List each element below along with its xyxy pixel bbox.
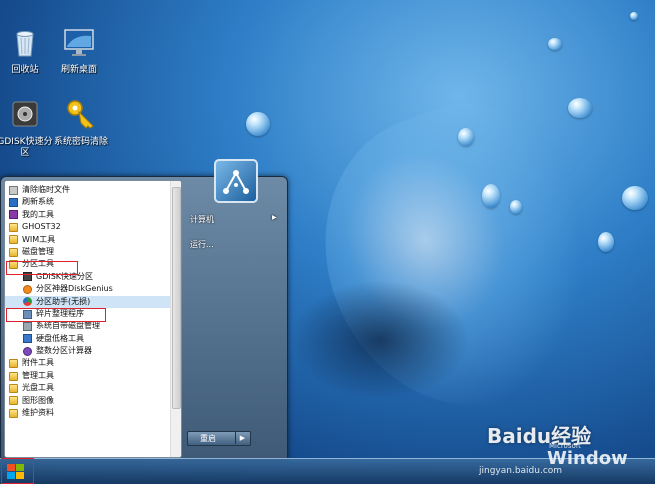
watermark: Baidu经验 Microsoft Window jingyan.baidu.c… [479,420,649,480]
menu-item-label: 管理工具 [22,370,54,380]
folder-icon [9,247,18,257]
watermark-url: jingyan.baidu.com [479,466,563,476]
programs-list: 清除临时文件 刷新系统 我的工具 GHOST32 WIM工具 磁盘管理 分区工具… [4,180,182,458]
desktop: 回收站 刷新桌面 GDISK快速分区 系统密码清除 清除临时文件 刷新系统 我的… [0,0,655,484]
menu-item-graphics[interactable]: 图形图像 [5,395,181,407]
user-picture[interactable] [214,159,258,203]
water-drop [598,232,614,252]
lowformat-icon [23,334,32,344]
water-drop [568,98,592,118]
monitor-icon [64,29,94,56]
menu-item-label: 分区助手(无损) [36,296,91,306]
desktop-icon-gdisk[interactable]: GDISK快速分区 [0,98,56,159]
cleanup-icon [9,185,18,195]
menu-item-label: 我的工具 [22,209,54,219]
water-drop [482,184,500,208]
recycle-bin-icon [16,31,34,57]
folder-icon [9,235,18,245]
menu-item-ghost32[interactable]: GHOST32 [5,221,181,233]
menu-item-diskgenius[interactable]: 分区神器DiskGenius [5,283,181,295]
highlight-partition-assistant [6,308,106,322]
programs-scrollbar[interactable] [170,181,181,457]
key-icon [67,100,94,129]
calculator-icon [23,346,32,356]
menu-item-label: GHOST32 [22,222,61,232]
chevron-right-icon: ▶ [239,434,246,442]
menu-item-lowformat[interactable]: 硬盘低格工具 [5,333,181,345]
gdisk-icon [12,101,38,127]
water-drop [458,128,474,146]
water-splash-shadow [290,280,470,400]
menu-item-label: 系统自带磁盘管理 [36,321,100,331]
menu-item-label: 运行... [190,240,214,249]
folder-icon [9,371,18,381]
refresh-icon [9,198,18,208]
menu-item-partition-assistant[interactable]: 分区助手(无损) [5,295,181,308]
desktop-icon-label: 刷新桌面 [60,65,97,75]
desktop-icon-label: GDISK快速分区 [0,137,53,158]
menu-item-label: 刷新系统 [22,197,54,207]
menu-item-label: 图形图像 [22,395,54,405]
folder-icon [9,359,18,369]
menu-item-my-tools[interactable]: 我的工具 [5,209,181,221]
scrollbar-thumb[interactable] [172,187,181,409]
menu-item-label: 磁盘管理 [22,246,54,256]
menu-item-clear-temp[interactable]: 清除临时文件 [5,184,181,196]
desktop-icon-label: 系统密码清除 [53,137,108,147]
menu-item-label: 光盘工具 [22,383,54,393]
desktop-icon-refresh-desktop[interactable]: 刷新桌面 [48,26,110,76]
start-menu: 清除临时文件 刷新系统 我的工具 GHOST32 WIM工具 磁盘管理 分区工具… [0,159,288,460]
menu-item-wim-tools[interactable]: WIM工具 [5,234,181,246]
menu-item-label: 整数分区计算器 [36,346,92,356]
water-drop [510,200,522,214]
restart-button-label: 重启 [200,434,216,443]
menu-item-partition-calculator[interactable]: 整数分区计算器 [5,345,181,357]
menu-item-label: 分区神器DiskGenius [36,284,113,294]
menu-item-refresh-system[interactable]: 刷新系统 [5,196,181,208]
menu-item-disc-tools[interactable]: 光盘工具 [5,382,181,394]
water-drop [630,12,638,20]
disk-management-icon [23,321,32,331]
water-drop [246,112,270,136]
menu-item-label: 硬盘低格工具 [36,333,84,343]
menu-item-label: 维护资料 [22,408,54,418]
menu-item-label: 清除临时文件 [22,185,70,194]
menu-item-maintenance-docs[interactable]: 维护资料 [5,407,181,419]
menu-item-disk-management[interactable]: 磁盘管理 [5,246,181,258]
folder-icon [9,408,18,418]
folder-icon [9,222,18,232]
start-button[interactable] [0,458,34,484]
tools-icon [9,210,18,220]
highlight-partition-tools [6,261,78,275]
diskgenius-icon [23,284,32,294]
menu-item-accessories[interactable]: 附件工具 [5,357,181,369]
desktop-icon-password-reset[interactable]: 系统密码清除 [50,98,112,148]
menu-item-admin-tools[interactable]: 管理工具 [5,370,181,382]
menu-item-label: 附件工具 [22,358,54,368]
menu-item-label: 计算机 [190,215,214,224]
folder-icon [9,396,18,406]
menu-item-run[interactable]: 运行... [190,239,214,250]
menu-item-builtin-disk-management[interactable]: 系统自带磁盘管理 [5,320,181,332]
partition-assistant-icon [23,297,32,307]
water-drop [548,38,562,50]
water-drop [622,186,648,210]
menu-item-computer[interactable]: 计算机 ▶ [190,214,280,225]
submenu-arrow-icon: ▶ [272,214,277,221]
highlight-start-button [1,458,34,484]
user-avatar-icon [223,170,249,194]
folder-icon [9,383,18,393]
menu-item-label: WIM工具 [22,234,56,244]
shutdown-options-button[interactable]: ▶ [235,432,249,444]
